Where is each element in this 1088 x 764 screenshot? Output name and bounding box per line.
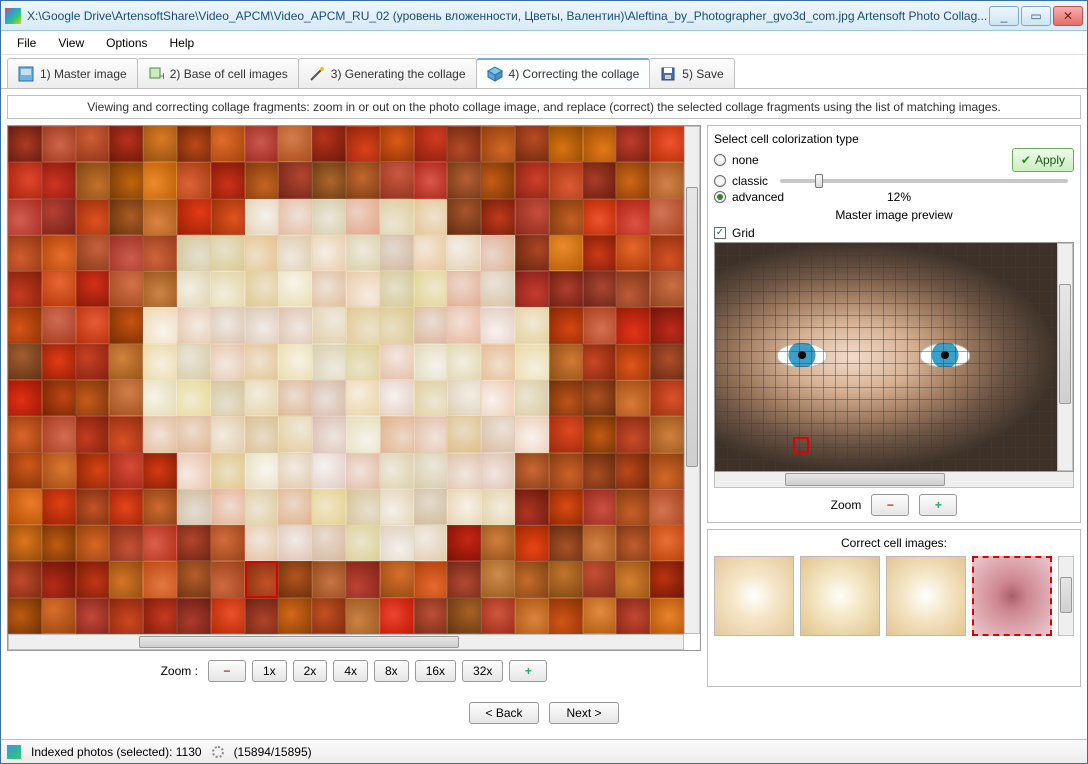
- scroll-thumb[interactable]: [686, 187, 698, 467]
- preview-vscroll[interactable]: [1057, 243, 1073, 471]
- maximize-button[interactable]: ▭: [1021, 6, 1051, 26]
- colorization-header: Select cell colorization type: [714, 132, 1074, 146]
- wizard-nav: < Back Next >: [7, 693, 1081, 733]
- correct-cell-group: Correct cell images:: [707, 529, 1081, 687]
- preview-zoom-out[interactable]: −: [871, 494, 909, 516]
- candidate-thumb-selected[interactable]: [972, 556, 1052, 636]
- hint-bar: Viewing and correcting collage fragments…: [7, 95, 1081, 119]
- check-icon: ✔: [1021, 153, 1031, 167]
- colorization-slider[interactable]: [780, 179, 1068, 183]
- cube-icon: [487, 66, 503, 82]
- titlebar[interactable]: X:\Google Drive\ArtensoftShare\Video_APC…: [1, 1, 1087, 31]
- radio-advanced-label: advanced: [732, 190, 784, 204]
- step-tabs: 1) Master image + 2) Base of cell images…: [1, 55, 1087, 89]
- radio-none-label: none: [732, 153, 759, 167]
- status-progress: (15894/15895): [234, 745, 312, 759]
- zoom-in-button[interactable]: +: [509, 660, 547, 682]
- preview-zoom-in[interactable]: +: [919, 494, 957, 516]
- apply-label: Apply: [1035, 153, 1065, 167]
- zoom-2x-button[interactable]: 2x: [293, 660, 328, 682]
- menu-view[interactable]: View: [48, 33, 94, 53]
- spinner-icon: [212, 746, 224, 758]
- menu-help[interactable]: Help: [160, 33, 205, 53]
- close-button[interactable]: ✕: [1053, 6, 1083, 26]
- scroll-thumb[interactable]: [1060, 577, 1072, 613]
- app-icon: [5, 8, 21, 24]
- gallery-icon: [18, 66, 34, 82]
- back-button[interactable]: < Back: [469, 702, 539, 724]
- candidate-thumb[interactable]: [886, 556, 966, 636]
- preview-zoom-label: Zoom: [831, 498, 862, 512]
- correct-header: Correct cell images:: [714, 536, 1074, 550]
- scroll-thumb[interactable]: [1059, 284, 1071, 404]
- candidate-thumb[interactable]: [800, 556, 880, 636]
- photos-icon: [7, 745, 21, 759]
- statusbar: Indexed photos (selected): 1130 (15894/1…: [1, 739, 1087, 763]
- preview-hscroll[interactable]: [714, 472, 1074, 488]
- slider-thumb[interactable]: [815, 174, 823, 188]
- radio-classic-label: classic: [732, 174, 768, 188]
- zoom-controls: Zoom : − 1x 2x 4x 8x 16x 32x +: [7, 655, 701, 687]
- selection-marker[interactable]: [793, 437, 809, 453]
- tab-label: 4) Correcting the collage: [509, 67, 640, 81]
- master-preview[interactable]: [714, 242, 1074, 472]
- window-title: X:\Google Drive\ArtensoftShare\Video_APC…: [27, 9, 989, 23]
- zoom-4x-button[interactable]: 4x: [333, 660, 368, 682]
- selected-cell[interactable]: [245, 561, 279, 597]
- apply-button[interactable]: ✔ Apply: [1012, 148, 1074, 172]
- zoom-16x-button[interactable]: 16x: [415, 660, 456, 682]
- radio-advanced[interactable]: [714, 191, 726, 203]
- add-images-icon: +: [148, 66, 164, 82]
- menu-file[interactable]: File: [7, 33, 46, 53]
- status-indexed: Indexed photos (selected): 1130: [31, 745, 202, 759]
- tab-generate[interactable]: 3) Generating the collage: [298, 58, 477, 88]
- tab-label: 1) Master image: [40, 67, 127, 81]
- collage-vscroll[interactable]: [684, 126, 700, 634]
- tab-label: 2) Base of cell images: [170, 67, 288, 81]
- svg-text:+: +: [160, 69, 164, 82]
- zoom-1x-button[interactable]: 1x: [252, 660, 287, 682]
- slider-percent: 12%: [790, 190, 1008, 204]
- zoom-32x-button[interactable]: 32x: [462, 660, 503, 682]
- tab-correct[interactable]: 4) Correcting the collage: [476, 58, 651, 88]
- minimize-button[interactable]: _: [989, 6, 1019, 26]
- next-button[interactable]: Next >: [549, 702, 619, 724]
- zoom-out-button[interactable]: −: [208, 660, 246, 682]
- grid-checkbox[interactable]: [714, 227, 726, 239]
- candidate-thumb[interactable]: [714, 556, 794, 636]
- wand-icon: [309, 66, 325, 82]
- tab-master-image[interactable]: 1) Master image: [7, 58, 138, 88]
- tab-save[interactable]: 5) Save: [649, 58, 734, 88]
- collage-viewport[interactable]: [7, 125, 701, 651]
- colorization-group: Select cell colorization type none ✔ App…: [707, 125, 1081, 523]
- menubar: File View Options Help: [1, 31, 1087, 55]
- grid-label: Grid: [732, 226, 755, 240]
- tab-label: 3) Generating the collage: [331, 67, 466, 81]
- tab-label: 5) Save: [682, 67, 723, 81]
- collage-hscroll[interactable]: [8, 634, 684, 650]
- preview-header: Master image preview: [714, 208, 1074, 222]
- thumbs-vscroll[interactable]: [1058, 556, 1074, 636]
- scroll-thumb[interactable]: [785, 473, 945, 486]
- zoom-8x-button[interactable]: 8x: [374, 660, 409, 682]
- zoom-label: Zoom :: [161, 664, 198, 678]
- menu-options[interactable]: Options: [96, 33, 157, 53]
- scroll-thumb[interactable]: [139, 636, 459, 648]
- radio-none[interactable]: [714, 154, 726, 166]
- tab-base-cells[interactable]: + 2) Base of cell images: [137, 58, 299, 88]
- radio-classic[interactable]: [714, 175, 726, 187]
- save-icon: [660, 66, 676, 82]
